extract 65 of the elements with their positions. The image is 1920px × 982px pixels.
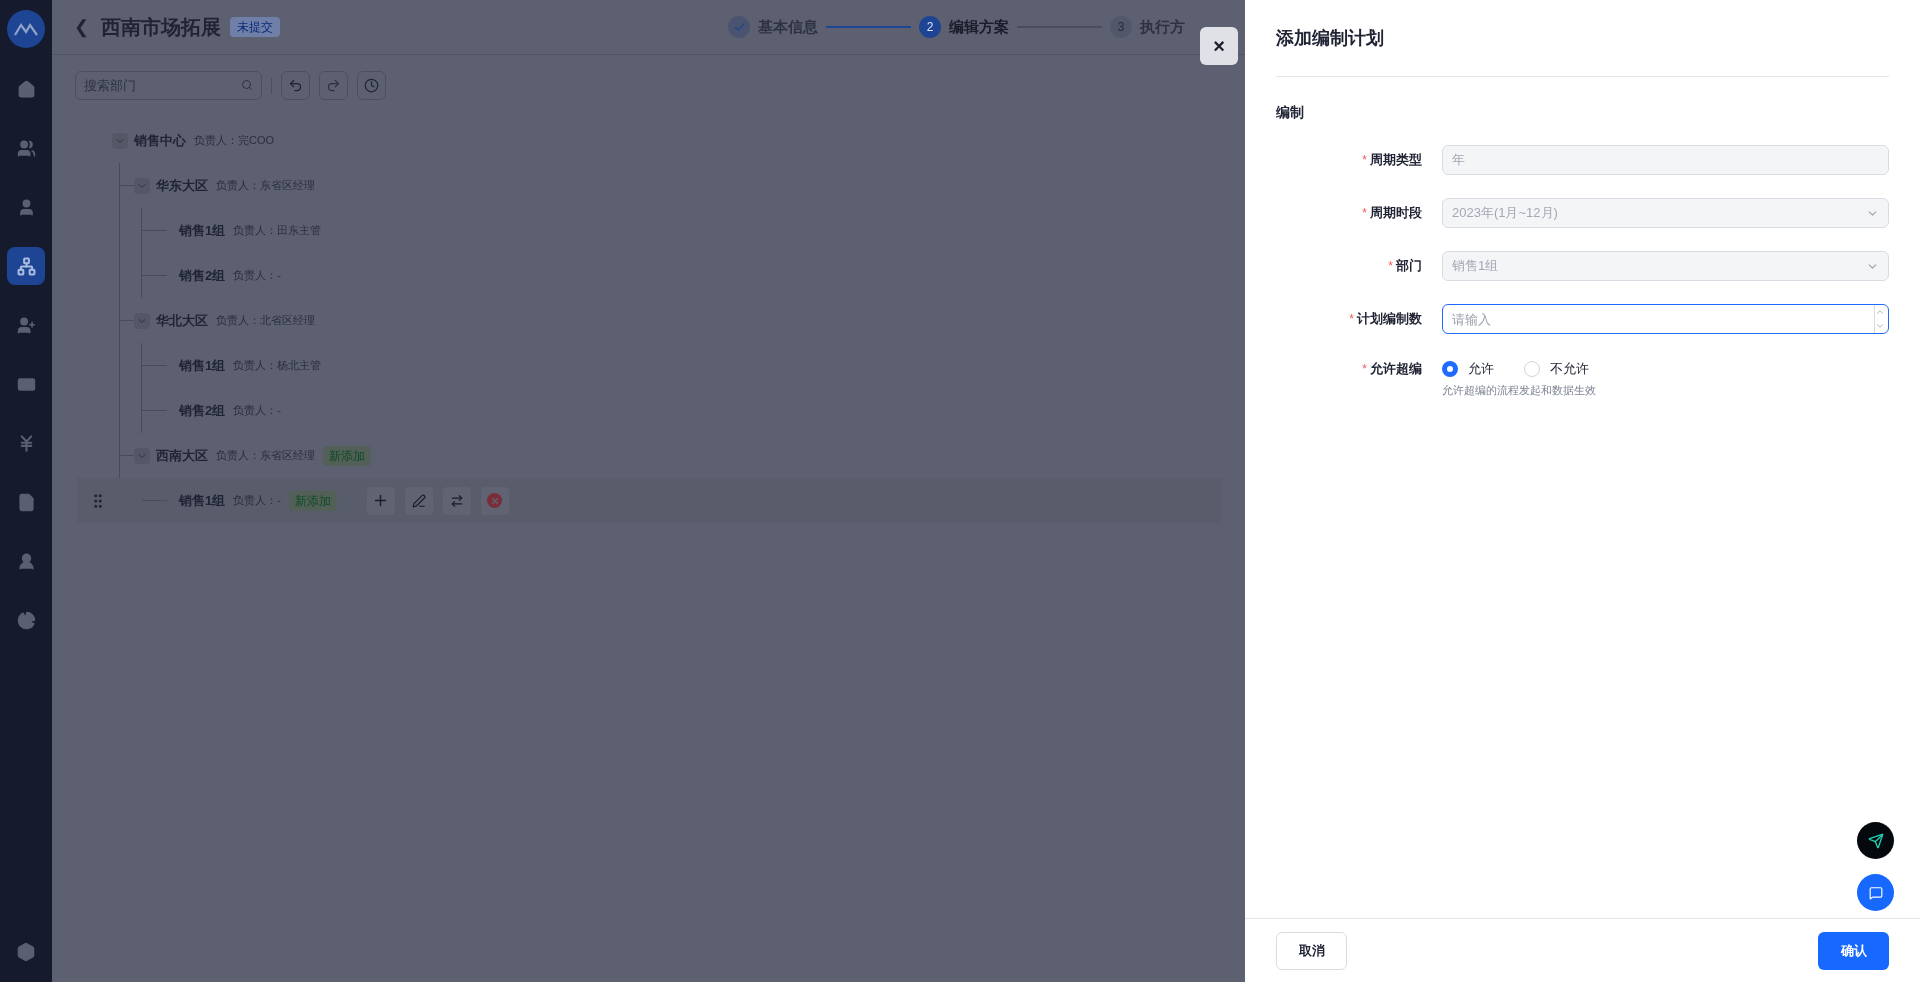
department-name: 销售1组 xyxy=(179,491,226,510)
redo-icon xyxy=(326,78,341,93)
step-number: 2 xyxy=(919,16,941,38)
new-tag: 新添加 xyxy=(323,445,371,466)
logo-icon xyxy=(7,10,45,48)
field-label: 计划编制数 xyxy=(1357,310,1422,329)
swap-arrows-icon xyxy=(449,493,464,508)
undo-button[interactable] xyxy=(281,71,310,100)
page-title: 西南市场拓展 xyxy=(101,15,221,40)
section-title: 编制 xyxy=(1276,103,1305,122)
history-button[interactable] xyxy=(357,71,386,100)
cancel-button[interactable]: 取消 xyxy=(1276,931,1347,970)
send-icon xyxy=(1867,832,1884,849)
search-icon xyxy=(241,79,253,91)
close-button[interactable]: × xyxy=(1200,27,1238,65)
collapse-toggle[interactable] xyxy=(134,447,150,464)
department-name: 销售中心 xyxy=(134,131,186,150)
org-chart-nav-button[interactable] xyxy=(7,247,45,285)
person-icon xyxy=(16,551,36,571)
required-mark: * xyxy=(1388,258,1393,275)
back-button[interactable]: ❮ xyxy=(74,13,89,41)
org-chart-icon xyxy=(16,256,36,276)
undo-icon xyxy=(288,78,303,93)
department-name: 销售1组 xyxy=(179,356,226,375)
delete-button[interactable] xyxy=(480,486,509,515)
clock-icon xyxy=(364,78,379,93)
required-mark: * xyxy=(1349,311,1354,328)
status-badge: 未提交 xyxy=(230,17,280,37)
confirm-button[interactable]: 确认 xyxy=(1818,931,1889,970)
pen-icon xyxy=(411,493,426,508)
chat-button[interactable] xyxy=(1857,874,1894,911)
required-mark: * xyxy=(1362,361,1367,378)
new-tag: 新添加 xyxy=(288,490,337,511)
pie-chart-icon xyxy=(16,610,36,630)
swap-button[interactable] xyxy=(442,486,471,515)
field-label: 周期时段 xyxy=(1370,204,1422,223)
field-label: 周期类型 xyxy=(1370,151,1422,170)
edit-button[interactable] xyxy=(404,486,433,515)
radio-option[interactable]: 不允许 xyxy=(1524,359,1589,379)
message-icon xyxy=(1868,885,1883,900)
report-icon xyxy=(16,492,36,512)
department-name: 销售2组 xyxy=(179,266,226,285)
department-name: 销售2组 xyxy=(179,401,226,420)
department-name: 华北大区 xyxy=(156,311,208,330)
users-icon xyxy=(16,138,36,158)
collapse-toggle[interactable] xyxy=(134,177,150,194)
department-name: 销售1组 xyxy=(179,221,226,240)
department-name: 华东大区 xyxy=(156,176,208,195)
collapse-toggle[interactable] xyxy=(134,312,150,329)
redo-button[interactable] xyxy=(319,71,348,100)
required-mark: * xyxy=(1362,205,1367,222)
add-button[interactable] xyxy=(366,486,395,515)
assistant-button[interactable] xyxy=(1857,822,1894,859)
field-label: 部门 xyxy=(1396,257,1422,276)
hint-text: 允许超编的流程发起和数据生效 xyxy=(1442,383,1597,398)
department-name: 西南大区 xyxy=(156,446,208,465)
field-label: 允许超编 xyxy=(1370,360,1422,379)
home-icon xyxy=(16,79,36,99)
radio-option[interactable]: 允许 xyxy=(1442,359,1494,379)
step-label[interactable]: 编辑方案 xyxy=(949,15,1009,39)
collapse-toggle[interactable] xyxy=(112,132,128,149)
user-add-icon xyxy=(16,315,36,335)
required-mark: * xyxy=(1362,152,1367,169)
drawer-title: 添加编制计划 xyxy=(1276,0,1889,77)
number-input[interactable]: 请输入 xyxy=(1442,304,1889,334)
